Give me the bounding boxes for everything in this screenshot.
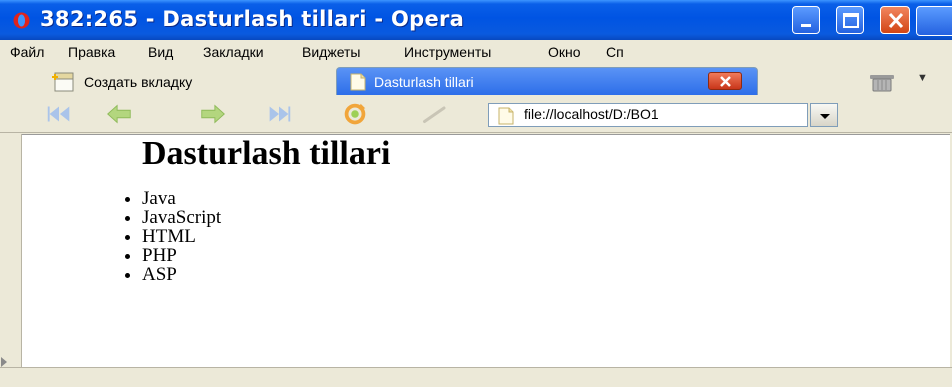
panel-gutter[interactable] bbox=[0, 134, 22, 367]
title-bar[interactable]: 382:265 - Dasturlash tillari - Opera bbox=[0, 0, 952, 40]
reload-icon[interactable] bbox=[340, 100, 370, 128]
list-item: ASP bbox=[142, 265, 221, 284]
address-dropdown-button[interactable] bbox=[810, 103, 838, 127]
minimize-icon bbox=[801, 24, 811, 27]
address-input[interactable]: file://localhost/D:/BO1 bbox=[524, 106, 659, 122]
opera-logo-icon bbox=[13, 12, 30, 29]
menu-edit[interactable]: Правка bbox=[68, 44, 115, 60]
chevron-down-icon[interactable]: ▼ bbox=[917, 72, 928, 84]
trash-icon[interactable] bbox=[868, 72, 908, 92]
menu-help[interactable]: Сп bbox=[606, 44, 624, 60]
list-item: JavaScript bbox=[142, 208, 221, 227]
minimize-button[interactable] bbox=[792, 6, 820, 34]
page-icon bbox=[498, 107, 514, 125]
list-item: Java bbox=[142, 189, 221, 208]
menu-widgets[interactable]: Виджеты bbox=[302, 44, 361, 60]
forward-icon[interactable] bbox=[198, 100, 228, 128]
page-icon bbox=[350, 73, 366, 91]
rewind-icon[interactable] bbox=[44, 100, 74, 128]
language-list: Java JavaScript HTML PHP ASP bbox=[114, 189, 221, 284]
list-item: HTML bbox=[142, 227, 221, 246]
window-title: 382:265 - Dasturlash tillari - Opera bbox=[40, 7, 465, 31]
edit-icon[interactable] bbox=[420, 100, 450, 128]
maximize-icon bbox=[843, 13, 859, 28]
list-item: PHP bbox=[142, 246, 221, 265]
page-viewport: Dasturlash tillari Java JavaScript HTML … bbox=[22, 134, 950, 368]
menu-tools[interactable]: Инструменты bbox=[404, 44, 491, 60]
tab-close-button[interactable] bbox=[708, 72, 742, 90]
status-bar bbox=[0, 367, 952, 387]
maximize-button[interactable] bbox=[836, 6, 864, 34]
fast-forward-icon[interactable] bbox=[264, 100, 294, 128]
chevron-down-icon bbox=[820, 114, 830, 119]
panel-toggle-icon[interactable] bbox=[1, 357, 7, 367]
close-icon bbox=[888, 12, 904, 29]
new-tab-icon[interactable] bbox=[52, 71, 78, 93]
back-icon[interactable] bbox=[104, 100, 134, 128]
menu-bar: Файл Правка Вид Закладки Виджеты Инструм… bbox=[0, 40, 952, 64]
menu-view[interactable]: Вид bbox=[148, 44, 173, 60]
page-heading: Dasturlash tillari bbox=[142, 135, 391, 172]
menu-bookmarks[interactable]: Закладки bbox=[203, 44, 264, 60]
menu-window[interactable]: Окно bbox=[548, 44, 581, 60]
tab-label: Dasturlash tillari bbox=[374, 74, 474, 90]
new-tab-button[interactable]: Создать вкладку bbox=[84, 74, 192, 90]
menu-file[interactable]: Файл bbox=[10, 44, 44, 60]
close-icon bbox=[720, 76, 731, 87]
browser-window: 382:265 - Dasturlash tillari - Opera Фай… bbox=[0, 0, 952, 387]
title-bar-overflow bbox=[916, 6, 952, 36]
close-button[interactable] bbox=[880, 6, 910, 34]
